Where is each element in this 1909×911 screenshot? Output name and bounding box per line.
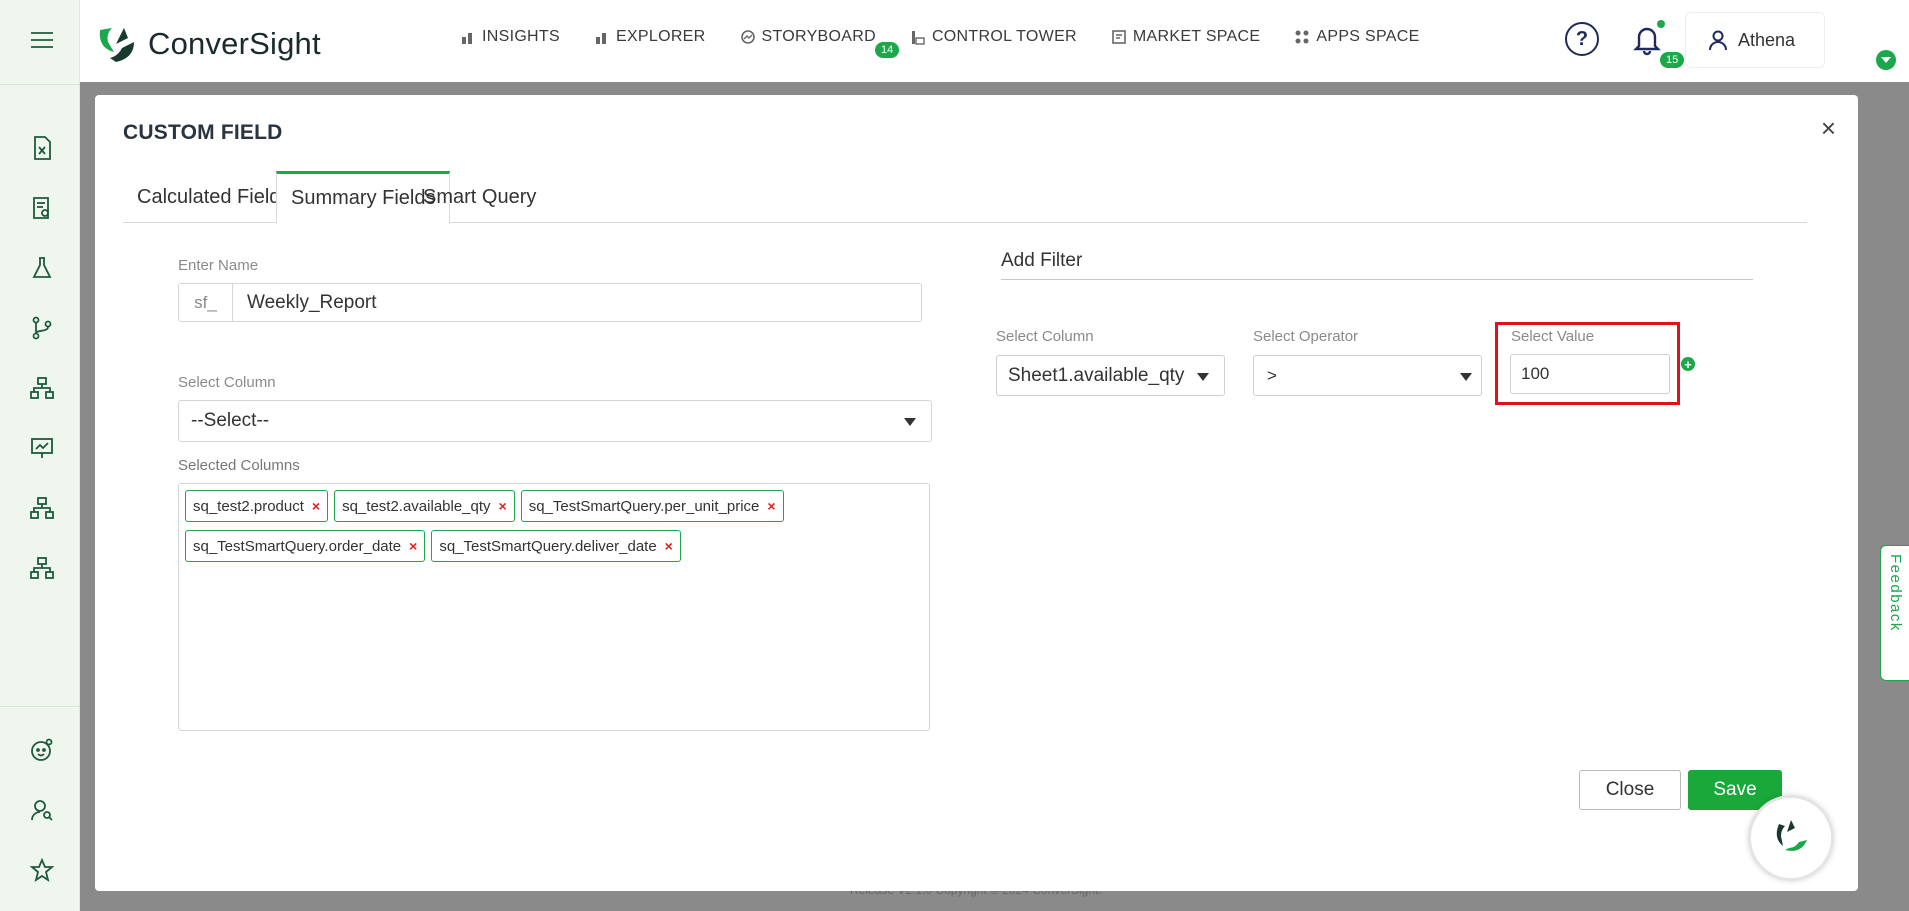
help-icon[interactable]: ? — [1565, 22, 1599, 56]
filter-column-value: Sheet1.available_qty — [1008, 364, 1185, 386]
market-space-icon — [1112, 30, 1126, 44]
chatbot-launcher[interactable] — [1748, 795, 1834, 881]
logo-mark-icon — [94, 22, 138, 66]
filter-operator-label: Select Operator — [1253, 328, 1359, 345]
assistant-bot-icon[interactable] — [22, 730, 62, 770]
name-input[interactable]: sf_ Weekly_Report — [178, 283, 922, 322]
custom-field-modal: CUSTOM FIELD × Calculated Fields Summary… — [95, 95, 1858, 891]
notification-dot — [1657, 20, 1665, 28]
nav-insights[interactable]: INSIGHTS — [460, 28, 560, 46]
storyboard-icon — [740, 30, 755, 44]
user-menu-chevron-icon[interactable] — [1876, 50, 1896, 70]
chevron-down-icon — [1197, 373, 1209, 381]
apps-space-icon — [1295, 30, 1309, 44]
chatbot-logo-icon — [1776, 820, 1807, 851]
hierarchy-icon-3[interactable] — [22, 548, 62, 588]
selected-columns-box: sq_test2.product × sq_test2.available_qty ×… — [178, 483, 930, 731]
flask-icon[interactable] — [22, 248, 62, 288]
notification-count-badge: 15 — [1660, 52, 1685, 68]
column-chip: sq_test2.available_qty × — [334, 490, 515, 522]
excel-file-icon[interactable] — [22, 128, 62, 168]
feedback-tab[interactable]: Feedback — [1880, 545, 1909, 681]
feedback-label: Feedback — [1887, 554, 1904, 632]
nav-apps-space[interactable]: APPS SPACE — [1294, 28, 1419, 46]
select-column-dropdown[interactable]: --Select-- — [178, 400, 932, 442]
name-value: Weekly_Report — [247, 291, 377, 313]
select-column-label: Select Column — [178, 374, 276, 391]
field-type-tabs: Calculated Fields Summary Fields Smart Q… — [123, 171, 1807, 224]
storyboard-count-badge: 14 — [875, 42, 900, 58]
bar-chart-icon — [462, 33, 472, 44]
filter-column-dropdown[interactable]: Sheet1.available_qty — [996, 355, 1225, 396]
branch-icon[interactable] — [22, 308, 62, 348]
chevron-down-icon — [1460, 373, 1472, 381]
main-nav: INSIGHTS EXPLORER STORYBOARD CONTROL TOW… — [460, 28, 1454, 46]
select-column-value: --Select-- — [191, 410, 270, 431]
filter-value: 100 — [1521, 364, 1550, 383]
filter-value-input[interactable]: 100 — [1510, 354, 1670, 394]
filter-operator-dropdown[interactable]: > — [1253, 355, 1482, 396]
remove-chip-icon[interactable]: × — [499, 498, 507, 514]
hierarchy-icon[interactable] — [22, 368, 62, 408]
column-chip: sq_TestSmartQuery.deliver_date × — [431, 530, 681, 562]
filter-operator-value: > — [1267, 365, 1277, 385]
name-prefix: sf_ — [179, 284, 233, 321]
filter-value-label: Select Value — [1511, 328, 1595, 345]
hierarchy-icon-2[interactable] — [22, 488, 62, 528]
hamburger-menu-icon[interactable] — [22, 20, 62, 60]
left-sidebar — [0, 0, 80, 911]
tab-smart-query[interactable]: Smart Query — [409, 171, 550, 223]
column-chip: sq_test2.product × — [185, 490, 329, 522]
user-icon — [1709, 30, 1727, 51]
star-icon[interactable] — [22, 850, 62, 890]
remove-chip-icon[interactable]: × — [312, 498, 320, 514]
filter-column-label: Select Column — [996, 328, 1094, 345]
remove-chip-icon[interactable]: × — [409, 538, 417, 554]
control-tower-icon — [911, 31, 925, 45]
user-search-icon[interactable] — [22, 790, 62, 830]
selected-columns-label: Selected Columns — [178, 457, 300, 474]
nav-market-space[interactable]: MARKET SPACE — [1111, 28, 1260, 46]
nav-explorer[interactable]: EXPLORER — [594, 28, 706, 46]
nav-control-tower[interactable]: CONTROL TOWER — [910, 28, 1077, 46]
user-name: Athena — [1738, 29, 1796, 50]
add-filter-plus-icon[interactable]: + — [1681, 357, 1695, 371]
presentation-chart-icon[interactable] — [22, 428, 62, 468]
conversight-logo[interactable]: ConverSight — [94, 22, 321, 66]
remove-chip-icon[interactable]: × — [665, 538, 673, 554]
add-filter-heading: Add Filter — [1001, 250, 1753, 280]
remove-chip-icon[interactable]: × — [767, 498, 775, 514]
nav-storyboard[interactable]: STORYBOARD — [740, 28, 876, 46]
enter-name-label: Enter Name — [178, 257, 259, 274]
close-icon[interactable]: × — [1821, 113, 1836, 144]
report-search-icon[interactable] — [22, 188, 62, 228]
close-button[interactable]: Close — [1579, 770, 1681, 810]
bar-chart-icon — [595, 33, 606, 44]
column-chip: sq_TestSmartQuery.order_date × — [185, 530, 426, 562]
user-menu[interactable]: Athena — [1685, 12, 1825, 68]
modal-title: CUSTOM FIELD — [123, 121, 283, 144]
chevron-down-icon — [904, 418, 916, 426]
column-chip: sq_TestSmartQuery.per_unit_price × — [520, 490, 784, 522]
brand-name: ConverSight — [148, 26, 321, 61]
